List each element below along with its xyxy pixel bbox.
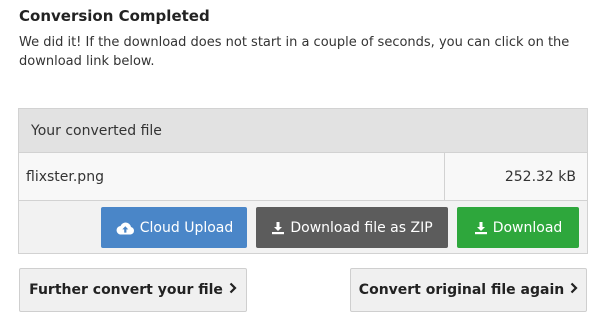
page-title: Conversion Completed <box>19 7 210 25</box>
panel-header: Your converted file <box>19 109 587 153</box>
file-size: 252.32 kB <box>504 168 576 185</box>
download-zip-button[interactable]: Download file as ZIP <box>256 207 448 248</box>
cloud-upload-icon <box>115 221 135 235</box>
file-name: flixster.png <box>19 153 445 200</box>
convert-again-button[interactable]: Convert original file again <box>350 268 587 312</box>
chevron-right-icon <box>229 282 237 298</box>
cloud-upload-label: Cloud Upload <box>139 219 234 236</box>
intro-text: We did it! If the download does not star… <box>19 35 570 69</box>
cloud-upload-button[interactable]: Cloud Upload <box>101 207 247 248</box>
download-icon <box>271 221 285 235</box>
conversion-complete-page: Conversion Completed We did it! If the d… <box>0 0 592 320</box>
download-label: Download <box>492 219 563 236</box>
download-zip-label: Download file as ZIP <box>290 219 433 236</box>
further-convert-button[interactable]: Further convert your file <box>19 268 247 312</box>
converted-file-panel: Your converted file flixster.png 252.32 … <box>18 108 588 254</box>
file-row: flixster.png 252.32 kB <box>19 153 587 201</box>
download-actions: Cloud Upload Download file as ZIP Downlo… <box>101 207 579 248</box>
chevron-right-icon <box>570 282 578 298</box>
further-convert-label: Further convert your file <box>29 282 223 298</box>
download-button[interactable]: Download <box>457 207 579 248</box>
download-icon <box>474 221 488 235</box>
convert-again-label: Convert original file again <box>358 282 565 298</box>
